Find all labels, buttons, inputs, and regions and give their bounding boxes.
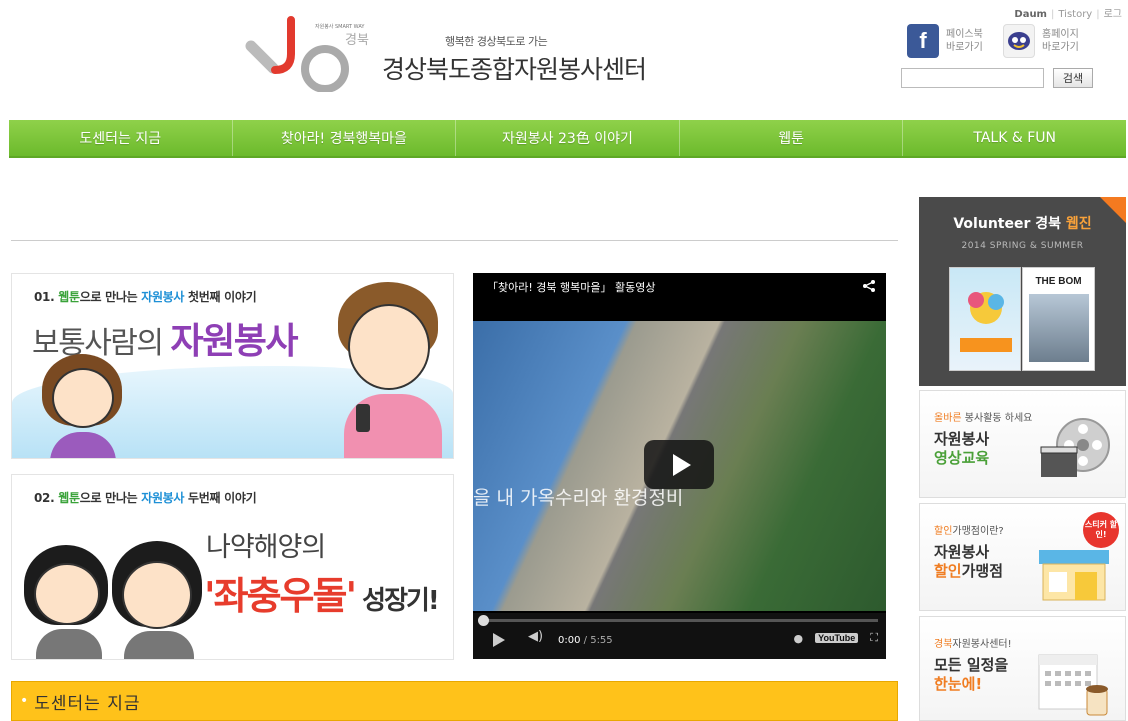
play-button[interactable]: [644, 440, 714, 489]
facebook-link[interactable]: f 페이스북 바로가기: [907, 22, 983, 60]
search-input[interactable]: [901, 68, 1044, 88]
top-links: Daum | Tistory | 로그: [1014, 9, 1122, 20]
card1-kicker: 올바른 봉사활동 하세요: [934, 413, 1033, 424]
girl-character-illustration: [34, 354, 144, 458]
video-progress-bar[interactable]: [478, 615, 878, 626]
card1-line2: 영상교육: [934, 449, 990, 467]
facebook-icon: f: [907, 24, 939, 58]
login-link[interactable]: 로그: [1104, 9, 1122, 20]
svg-text:자원봉사 SMART WAY: 자원봉사 SMART WAY: [315, 23, 365, 30]
site-title: 경상북도종합자원봉사센터: [382, 55, 647, 84]
calendar-icon: [1038, 654, 1108, 716]
main-nav: 도센터는 지금 찾아라! 경북행복마을 자원봉사 23色 이야기 웹툰 TALK…: [9, 120, 1126, 158]
homepage-label-2: 바로가기: [1042, 42, 1079, 53]
facebook-label-2: 바로가기: [946, 42, 983, 53]
card2-kicker: 할인가맹점이란?: [934, 526, 1004, 537]
activity-video-player[interactable]: 「찾아라! 경북 행복마을」 활동영상 을 내 가옥수리와 환경정비 ◀) 0:…: [473, 273, 886, 659]
video-education-card[interactable]: 올바른 봉사활동 하세요 자원봉사 영상교육: [919, 390, 1126, 498]
progress-knob[interactable]: [478, 615, 489, 626]
schedule-card[interactable]: 경북자원봉사센터! 모든 일정을 한눈에!: [919, 616, 1126, 721]
video-controls: ◀) 0:00 / 5:55 ● YouTube ⛶: [473, 613, 886, 659]
volume-icon[interactable]: ◀): [528, 629, 543, 644]
homepage-label-1: 홈페이지: [1042, 29, 1079, 40]
card2-line1: 자원봉사: [934, 543, 990, 561]
sticker-discount-badge: 스티커 할인!: [1083, 512, 1119, 548]
card3-line2: 한눈에!: [934, 675, 983, 693]
info-icon[interactable]: ●: [794, 632, 804, 645]
banner1-kicker: 01. 웹툰으로 만나는 자원봉사 첫번째 이야기: [34, 290, 257, 304]
search-button[interactable]: 검색: [1053, 68, 1093, 88]
divider: [11, 240, 898, 241]
video-title[interactable]: 「찾아라! 경북 행복마을」 활동영상: [487, 279, 655, 295]
fullscreen-icon[interactable]: ⛶: [870, 631, 878, 645]
webzine-banner[interactable]: Volunteer 경북 웹진 2014 SPRING & SUMMER THE…: [919, 197, 1126, 386]
nav-item-center-now[interactable]: 도센터는 지금: [9, 120, 233, 156]
magazine-cover-2: THE BOM: [1022, 267, 1095, 371]
site-logo[interactable]: 자원봉사 SMART WAY 경북 행복한 경상북도로 가는 경상북도종합자원봉…: [245, 14, 665, 94]
site-tagline: 행복한 경상북도로 가는: [445, 35, 548, 48]
bullet-icon: •: [20, 693, 29, 709]
tistory-link[interactable]: Tistory: [1058, 9, 1092, 20]
daum-link[interactable]: Daum: [1014, 9, 1047, 20]
boy-character-illustration: [334, 282, 446, 458]
homepage-icon: [1003, 24, 1035, 58]
webzine-subtitle: 2014 SPRING & SUMMER: [961, 241, 1084, 251]
card3-kicker: 경북자원봉사센터!: [934, 639, 1012, 650]
banner2-subtitle: 나약해양의: [206, 532, 326, 563]
section-header-center-now[interactable]: • 도센터는 지금: [11, 681, 898, 721]
section-label: 도센터는 지금: [34, 693, 141, 714]
magazine-cover-1: [949, 267, 1021, 371]
homepage-link[interactable]: 홈페이지 바로가기: [1003, 22, 1079, 60]
webtoon-banner-2[interactable]: 02. 웹툰으로 만나는 자원봉사 두번째 이야기 나약해양의 '좌충우돌' 성…: [11, 474, 454, 660]
youtube-logo[interactable]: YouTube: [815, 633, 859, 643]
card1-line1: 자원봉사: [934, 430, 990, 448]
magazine-title: THE BOM: [1035, 276, 1082, 287]
logo-mark-icon: 자원봉사 SMART WAY 경북: [245, 16, 369, 92]
video-time: 0:00 / 5:55: [558, 635, 613, 646]
banner2-headline: '좌충우돌' 성장기!: [204, 574, 440, 618]
film-reel-icon: [1040, 418, 1110, 477]
banner2-kicker: 02. 웹툰으로 만나는 자원봉사 두번째 이야기: [34, 491, 257, 505]
svg-text:경북: 경북: [345, 33, 369, 48]
two-girls-illustration: [16, 541, 206, 659]
nav-item-23-stories[interactable]: 자원봉사 23色 이야기: [456, 120, 680, 156]
webtoon-banner-1[interactable]: 01. 웹툰으로 만나는 자원봉사 첫번째 이야기 보통사람의 자원봉사: [11, 273, 454, 459]
nav-item-happy-village[interactable]: 찾아라! 경북행복마을: [233, 120, 457, 156]
control-play-icon[interactable]: [493, 633, 505, 647]
facebook-label-1: 페이스북: [946, 29, 983, 40]
webzine-title: Volunteer 경북 웹진: [953, 216, 1092, 232]
card3-line1: 모든 일정을: [934, 656, 1009, 674]
card2-line2: 할인가맹점: [934, 562, 1004, 580]
share-icon[interactable]: [862, 279, 876, 293]
nav-item-talk-fun[interactable]: TALK & FUN: [903, 120, 1126, 156]
discount-store-card[interactable]: 할인가맹점이란? 자원봉사 할인가맹점 스티커 할인!: [919, 503, 1126, 611]
nav-item-webtoon[interactable]: 웹툰: [680, 120, 904, 156]
